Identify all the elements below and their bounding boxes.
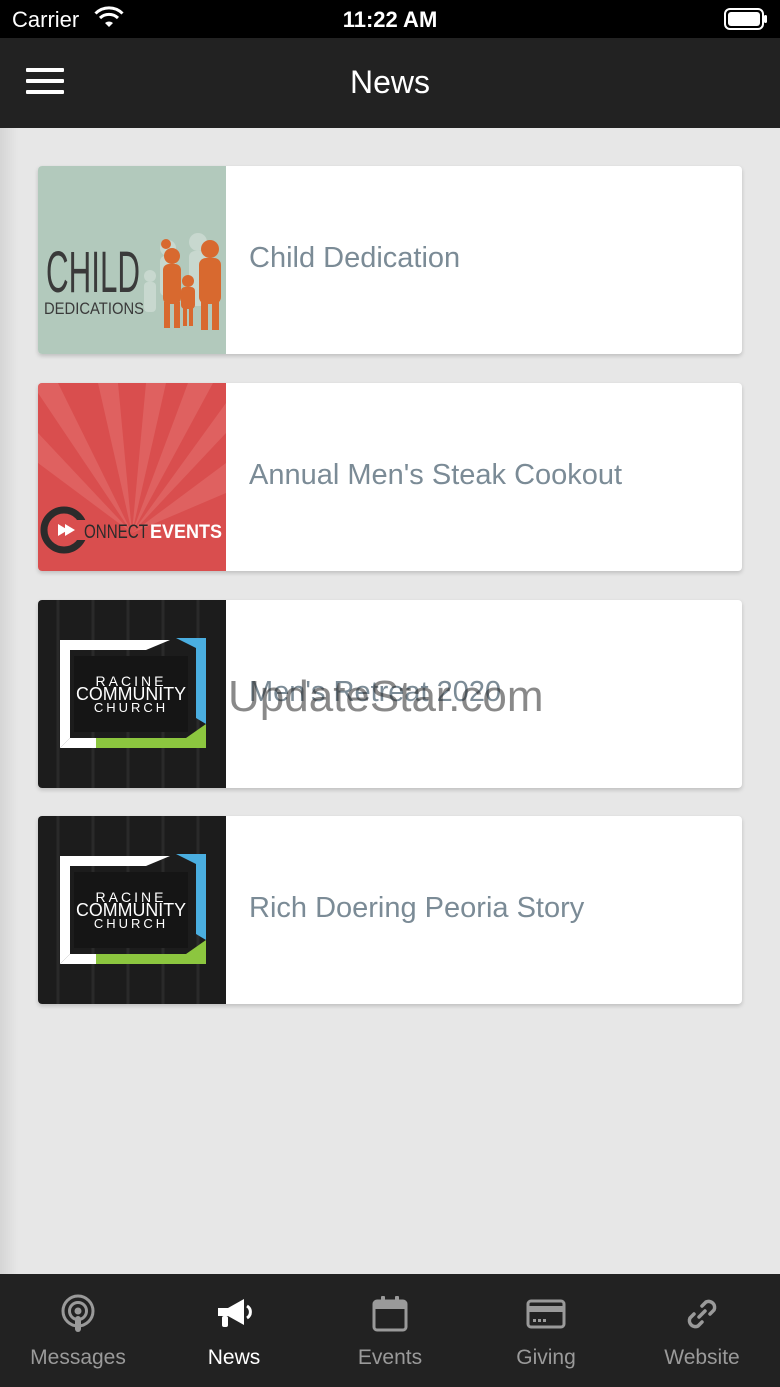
- link-icon: [687, 1299, 717, 1329]
- megaphone-icon: [218, 1299, 252, 1327]
- news-item-mens-retreat[interactable]: RACINE COMMUNITY CHURCH Men's Retreat 20…: [38, 600, 742, 788]
- connect-events-thumbnail: ONNECT EVENTS: [38, 383, 226, 571]
- tab-label: Events: [357, 1346, 423, 1369]
- tab-events[interactable]: Events: [312, 1274, 468, 1387]
- news-item-title: Annual Men's Steak Cookout: [249, 459, 623, 491]
- tab-label: News: [207, 1346, 261, 1369]
- racine-community-church-thumbnail: RACINE COMMUNITY CHURCH: [38, 600, 226, 788]
- news-item-title: Rich Doering Peoria Story: [249, 892, 585, 924]
- child-dedications-thumbnail: CHILD DEDICATIONS: [38, 166, 226, 354]
- thumb-text-church: CHURCH: [94, 700, 168, 715]
- news-item-title: Child Dedication: [249, 242, 461, 274]
- podcast-icon: [61, 1294, 95, 1332]
- tab-bar: Messages News Events Giving Website: [0, 1274, 780, 1387]
- tab-messages[interactable]: Messages: [0, 1274, 156, 1387]
- racine-community-church-thumbnail: RACINE COMMUNITY CHURCH: [38, 816, 226, 1004]
- page-title: News: [349, 64, 430, 100]
- news-item-title: Men's Retreat 2020: [249, 676, 502, 708]
- thumb-text-connect: ONNECT: [84, 522, 148, 543]
- nav-bar: News: [0, 38, 780, 128]
- thumb-text-child: CHILD: [46, 240, 140, 305]
- thumb-text-dedications: DEDICATIONS: [44, 299, 144, 318]
- status-bar: Carrier 11:22 AM: [0, 0, 780, 38]
- battery-icon: [724, 8, 767, 30]
- news-item-steak-cookout[interactable]: ONNECT EVENTS Annual Men's Steak Cookout: [38, 383, 742, 571]
- tab-label: Messages: [30, 1346, 126, 1369]
- tab-label: Website: [664, 1346, 740, 1369]
- tab-label: Giving: [516, 1346, 576, 1369]
- thumb-text-church: CHURCH: [94, 916, 168, 931]
- news-item-rich-doering[interactable]: RACINE COMMUNITY CHURCH Rich Doering Peo…: [38, 816, 742, 1004]
- thumb-text-events: EVENTS: [150, 522, 222, 543]
- calendar-icon: [372, 1296, 408, 1332]
- clock: 11:22 AM: [342, 7, 438, 32]
- tab-giving[interactable]: Giving: [468, 1274, 624, 1387]
- tab-website[interactable]: Website: [624, 1274, 780, 1387]
- tab-news[interactable]: News: [156, 1274, 312, 1387]
- credit-card-icon: [526, 1299, 566, 1329]
- news-item-child-dedication[interactable]: CHILD DEDICATIONS Child Dedication: [38, 166, 742, 354]
